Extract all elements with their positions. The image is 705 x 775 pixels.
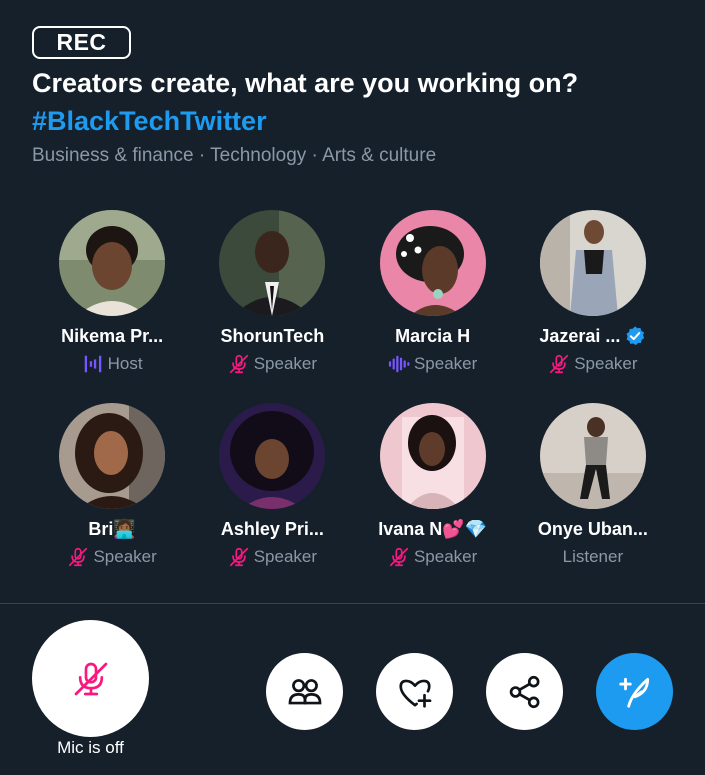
participant-name: Ashley Pri... bbox=[220, 518, 324, 539]
people-icon bbox=[288, 678, 321, 704]
avatar[interactable] bbox=[219, 210, 326, 316]
avatar[interactable] bbox=[59, 403, 166, 509]
space-hashtag-link[interactable]: #BlackTechTwitter bbox=[32, 102, 682, 140]
participant-role: Speaker bbox=[253, 354, 318, 373]
participant-role: Speaker bbox=[413, 547, 478, 566]
participant-card[interactable]: ShorunTech Speaker bbox=[192, 210, 352, 403]
space-title-text: Creators create, what are you working on… bbox=[32, 68, 579, 98]
compose-tweet-button[interactable] bbox=[596, 653, 673, 730]
speaking-waveform-icon bbox=[388, 355, 410, 373]
people-button[interactable] bbox=[266, 653, 343, 730]
participant-card[interactable]: Onye Uban... Listener bbox=[513, 403, 673, 596]
rec-badge: REC bbox=[32, 26, 131, 59]
mic-muted-icon bbox=[69, 547, 88, 567]
participant-name: Ivana N💕💎 bbox=[378, 518, 488, 539]
participant-role: Speaker bbox=[93, 547, 157, 566]
avatar[interactable] bbox=[59, 210, 166, 316]
avatar[interactable] bbox=[379, 403, 486, 509]
participant-name: Bri👩🏾‍💻 bbox=[88, 518, 136, 539]
heart-plus-icon bbox=[398, 679, 431, 708]
mic-muted-icon bbox=[229, 547, 248, 567]
mic-status-label: Mic is off bbox=[57, 738, 124, 757]
mic-toggle-button[interactable] bbox=[32, 620, 149, 737]
participant-name: Nikema Pr... bbox=[61, 325, 164, 346]
space-title: Creators create, what are you working on… bbox=[32, 64, 682, 140]
participant-name: ShorunTech bbox=[220, 325, 325, 346]
space-topics: Business & finance · Technology · Arts &… bbox=[32, 145, 437, 166]
divider bbox=[0, 603, 705, 604]
react-button[interactable] bbox=[376, 653, 453, 730]
participants-grid: Nikema Pr... Host ShorunTech Speaker Mar… bbox=[32, 210, 673, 596]
participant-name: Onye Uban... bbox=[537, 518, 648, 539]
participant-role: Listener bbox=[562, 547, 624, 566]
participant-role: Speaker bbox=[574, 354, 638, 373]
avatar[interactable] bbox=[539, 403, 646, 509]
participant-name: Marcia H bbox=[395, 325, 471, 346]
participant-card[interactable]: Jazerai ... Speaker bbox=[513, 210, 673, 403]
host-waveform-icon bbox=[84, 355, 101, 373]
avatar[interactable] bbox=[539, 210, 646, 316]
participant-role: Speaker bbox=[253, 547, 318, 566]
mic-muted-icon bbox=[229, 354, 248, 374]
participant-card[interactable]: Ivana N💕💎 Speaker bbox=[353, 403, 513, 596]
participant-card[interactable]: Bri👩🏾‍💻 Speaker bbox=[32, 403, 192, 596]
compose-tweet-icon bbox=[618, 677, 649, 708]
verified-badge-icon bbox=[626, 326, 645, 346]
mic-muted-icon bbox=[389, 547, 409, 567]
participant-card[interactable]: Marcia H Speaker bbox=[353, 210, 513, 403]
mic-off-icon bbox=[74, 662, 107, 695]
participant-card[interactable]: Ashley Pri... Speaker bbox=[192, 403, 352, 596]
avatar[interactable] bbox=[219, 403, 326, 509]
mic-muted-icon bbox=[550, 354, 569, 374]
avatar[interactable] bbox=[379, 210, 486, 316]
share-icon bbox=[509, 675, 539, 708]
participant-name: Jazerai ... bbox=[539, 325, 621, 346]
participant-role: Host bbox=[107, 354, 143, 373]
participant-card[interactable]: Nikema Pr... Host bbox=[32, 210, 192, 403]
participant-role: Speaker bbox=[413, 354, 478, 373]
share-button[interactable] bbox=[486, 653, 563, 730]
